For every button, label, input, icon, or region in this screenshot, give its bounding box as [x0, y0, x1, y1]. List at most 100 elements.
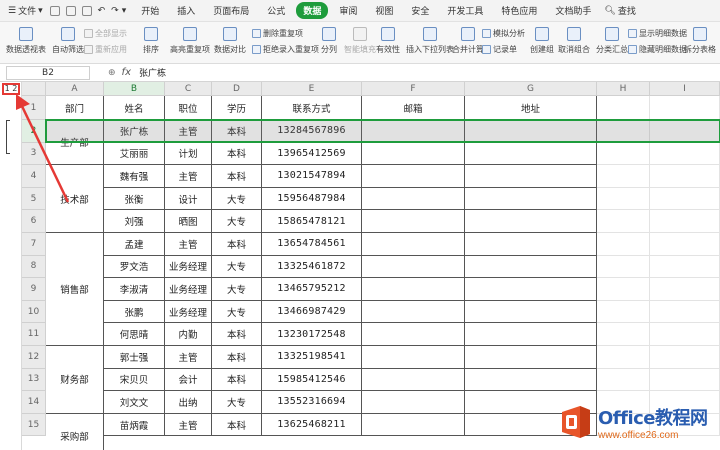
table-header-cell[interactable]: 部门 [46, 96, 104, 120]
email-cell[interactable] [362, 300, 465, 324]
department-cell[interactable]: 技术部 [46, 165, 104, 233]
email-cell[interactable] [362, 210, 465, 233]
education-cell[interactable]: 大专 [212, 187, 262, 211]
column-header-h[interactable]: H [597, 82, 650, 96]
address-cell[interactable] [465, 278, 597, 301]
phone-cell[interactable]: 13284567896 [262, 120, 362, 143]
tab-3[interactable]: 公式 [260, 2, 292, 19]
address-cell[interactable] [465, 233, 597, 256]
insert-dropdown-button[interactable]: 插入下拉列表 [406, 27, 454, 55]
department-cell[interactable]: 采购部 [46, 413, 104, 450]
preview-icon[interactable] [81, 5, 92, 16]
row-header-4[interactable]: 4 [22, 165, 46, 188]
cell[interactable] [597, 278, 650, 301]
cell[interactable] [650, 210, 720, 233]
education-cell[interactable]: 本科 [212, 368, 262, 392]
phone-cell[interactable]: 13230172548 [262, 323, 362, 346]
remove-duplicates-button[interactable]: 删除重复项 [252, 28, 303, 39]
name-cell[interactable]: 宋贝贝 [104, 368, 165, 392]
highlight-duplicates-button[interactable]: 高亮重复项 [170, 27, 210, 55]
show-detail-button[interactable]: 显示明细数据 [628, 28, 687, 39]
cell[interactable] [597, 346, 650, 369]
position-cell[interactable]: 晒图 [165, 210, 212, 233]
education-cell[interactable]: 本科 [212, 346, 262, 369]
department-cell[interactable]: 生产部 [46, 120, 104, 166]
department-cell[interactable]: 销售部 [46, 233, 104, 346]
validity-button[interactable]: 有效性 [376, 27, 400, 55]
name-cell[interactable]: 郭士强 [104, 346, 165, 369]
row-header-1[interactable]: 1 [22, 96, 46, 120]
position-cell[interactable]: 主管 [165, 233, 212, 256]
tab-1[interactable]: 插入 [170, 2, 202, 19]
name-cell[interactable]: 魏有强 [104, 165, 165, 188]
education-cell[interactable]: 大专 [212, 278, 262, 301]
cell[interactable] [650, 300, 720, 324]
education-cell[interactable]: 大专 [212, 391, 262, 414]
column-header-f[interactable]: F [362, 82, 465, 96]
address-cell[interactable] [465, 255, 597, 279]
row-header-11[interactable]: 11 [22, 323, 46, 346]
fx-icon[interactable]: fx [122, 67, 131, 78]
address-cell[interactable] [465, 165, 597, 188]
row-header-15[interactable]: 15 [22, 413, 46, 437]
tab-10[interactable]: 文档助手 [548, 2, 598, 19]
hide-detail-button[interactable]: 隐藏明细数据 [628, 44, 687, 55]
phone-cell[interactable]: 13654784561 [262, 233, 362, 256]
outline-level-buttons[interactable]: 1 2 [2, 83, 20, 95]
position-cell[interactable]: 业务经理 [165, 300, 212, 324]
position-cell[interactable]: 内勤 [165, 323, 212, 346]
table-header-cell[interactable]: 联系方式 [262, 96, 362, 120]
cell[interactable] [597, 233, 650, 256]
tab-0[interactable]: 开始 [134, 2, 166, 19]
phone-cell[interactable]: 13325198541 [262, 346, 362, 369]
smart-fill-button[interactable]: 智能填充 [344, 27, 376, 55]
cell[interactable] [650, 233, 720, 256]
cell[interactable] [597, 255, 650, 279]
email-cell[interactable] [362, 278, 465, 301]
position-cell[interactable]: 会计 [165, 368, 212, 392]
email-cell[interactable] [362, 120, 465, 143]
cell[interactable] [650, 323, 720, 346]
file-menu[interactable]: ☰ 文件 ▾ [4, 4, 47, 18]
table-header-cell[interactable]: 职位 [165, 96, 212, 120]
name-cell[interactable]: 李淑清 [104, 278, 165, 301]
cell[interactable] [650, 187, 720, 211]
address-cell[interactable] [465, 120, 597, 143]
phone-cell[interactable]: 13466987429 [262, 300, 362, 324]
name-box[interactable]: B2 [6, 65, 90, 80]
table-header-cell[interactable]: 地址 [465, 96, 597, 120]
phone-cell[interactable]: 13965412569 [262, 142, 362, 166]
print-icon[interactable] [65, 5, 76, 16]
reject-duplicates-button[interactable]: 拒绝录入重复项 [252, 44, 319, 55]
row-header-8[interactable]: 8 [22, 255, 46, 279]
cell[interactable] [597, 187, 650, 211]
education-cell[interactable]: 大专 [212, 255, 262, 279]
phone-cell[interactable]: 15865478121 [262, 210, 362, 233]
column-header-g[interactable]: G [465, 82, 597, 96]
position-cell[interactable]: 设计 [165, 187, 212, 211]
row-header-10[interactable]: 10 [22, 300, 46, 324]
show-all-button[interactable]: 全部显示 [84, 28, 127, 39]
name-cell[interactable]: 苗炳霞 [104, 413, 165, 437]
name-cell[interactable]: 孟建 [104, 233, 165, 256]
email-cell[interactable] [362, 187, 465, 211]
name-cell[interactable]: 罗文浩 [104, 255, 165, 279]
subtotal-button[interactable]: 分类汇总 [596, 27, 628, 55]
column-header-c[interactable]: C [165, 82, 212, 96]
email-cell[interactable] [362, 391, 465, 414]
phone-cell[interactable]: 13465795212 [262, 278, 362, 301]
row-header-9[interactable]: 9 [22, 278, 46, 301]
tab-8[interactable]: 开发工具 [440, 2, 490, 19]
email-cell[interactable] [362, 413, 465, 437]
phone-cell[interactable]: 13021547894 [262, 165, 362, 188]
phone-cell[interactable]: 13552316694 [262, 391, 362, 414]
name-cell[interactable]: 张鹏 [104, 300, 165, 324]
outline-group-bracket[interactable] [6, 120, 10, 154]
row-header-14[interactable]: 14 [22, 391, 46, 414]
redo-icon[interactable]: ↷ [111, 6, 119, 16]
cell[interactable] [650, 120, 720, 143]
cell[interactable] [650, 165, 720, 188]
row-header-3[interactable]: 3 [22, 142, 46, 166]
tab-9[interactable]: 特色应用 [494, 2, 544, 19]
cell[interactable] [650, 142, 720, 166]
